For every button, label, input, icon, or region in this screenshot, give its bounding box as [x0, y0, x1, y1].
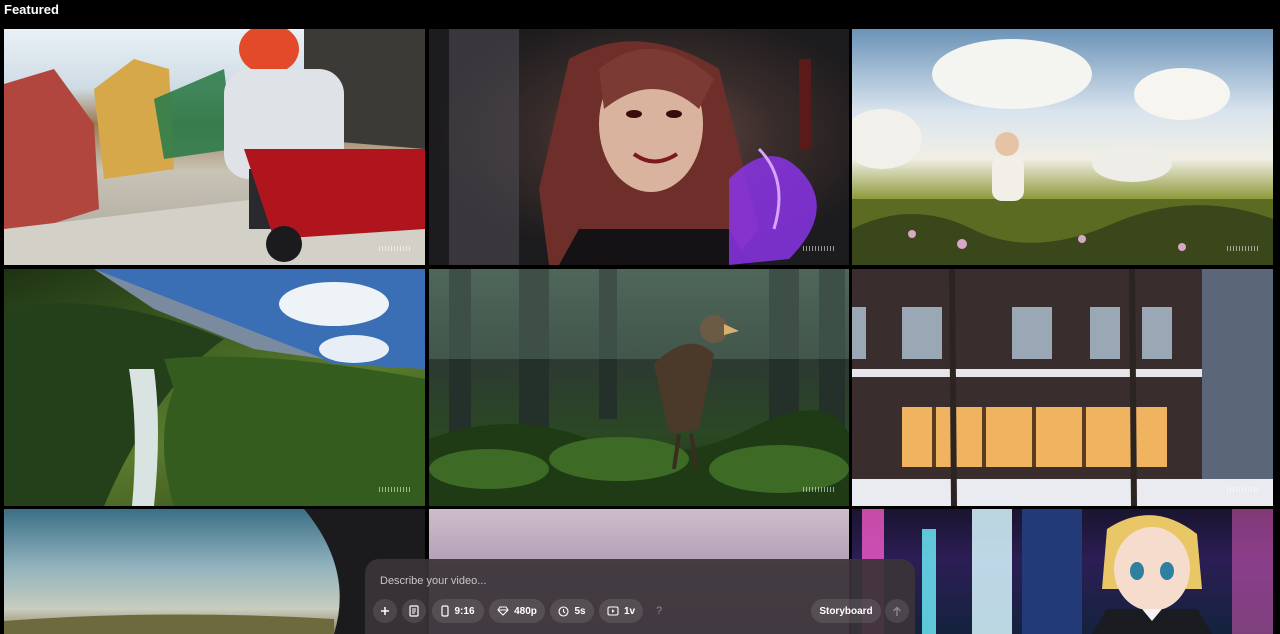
page-title: Featured: [4, 2, 59, 17]
tile-7-scene: [4, 509, 425, 634]
help-icon[interactable]: ?: [649, 599, 669, 623]
video-icon: [607, 606, 619, 616]
phone-icon: [441, 605, 450, 617]
add-button[interactable]: [373, 599, 397, 623]
tile-5-scene: [429, 269, 849, 506]
tile-6-scene: [852, 269, 1273, 506]
tile-9-scene: [862, 509, 1273, 634]
diamond-icon: [497, 606, 509, 616]
prompt-input[interactable]: [380, 573, 900, 589]
watermark-icon: [1227, 487, 1259, 492]
variations-value: 1v: [623, 605, 636, 617]
submit-button[interactable]: [885, 599, 909, 623]
watermark-icon: [803, 487, 835, 492]
video-tile-4[interactable]: [4, 269, 425, 506]
tile-3-scene: [852, 39, 1273, 265]
clock-icon: [558, 605, 569, 617]
aspect-ratio-value: 9:16: [454, 605, 475, 617]
video-tile-3[interactable]: [852, 29, 1273, 265]
watermark-icon: [379, 487, 411, 492]
video-tile-2[interactable]: [429, 29, 849, 265]
video-tile-1[interactable]: [4, 29, 425, 265]
video-tile-6[interactable]: [852, 269, 1273, 506]
watermark-icon: [379, 246, 411, 251]
prompt-composer: 9:16 480p 5s 1v ? Storyboard: [365, 559, 915, 634]
watermark-icon: [803, 246, 835, 251]
variations-button[interactable]: 1v: [599, 599, 643, 623]
arrow-up-icon: [893, 606, 901, 616]
watermark-icon: [1227, 246, 1259, 251]
composer-toolbar: 9:16 480p 5s 1v ? Storyboard: [373, 599, 909, 623]
storyboard-button[interactable]: Storyboard: [811, 599, 881, 623]
tile-1-scene: [4, 29, 425, 265]
video-tile-9[interactable]: [852, 509, 1273, 634]
template-button[interactable]: [402, 599, 426, 623]
top-bar: Featured: [0, 0, 1280, 28]
quality-button[interactable]: 480p: [489, 599, 545, 623]
duration-button[interactable]: 5s: [550, 599, 594, 623]
video-tile-7[interactable]: [4, 509, 425, 634]
tile-4-scene: [4, 269, 425, 506]
plus-icon: [381, 607, 389, 615]
quality-value: 480p: [514, 605, 537, 617]
document-icon: [409, 605, 419, 617]
video-tile-5[interactable]: [429, 269, 849, 506]
duration-value: 5s: [574, 605, 586, 617]
aspect-ratio-button[interactable]: 9:16: [432, 599, 484, 623]
tile-2-scene: [449, 29, 817, 265]
